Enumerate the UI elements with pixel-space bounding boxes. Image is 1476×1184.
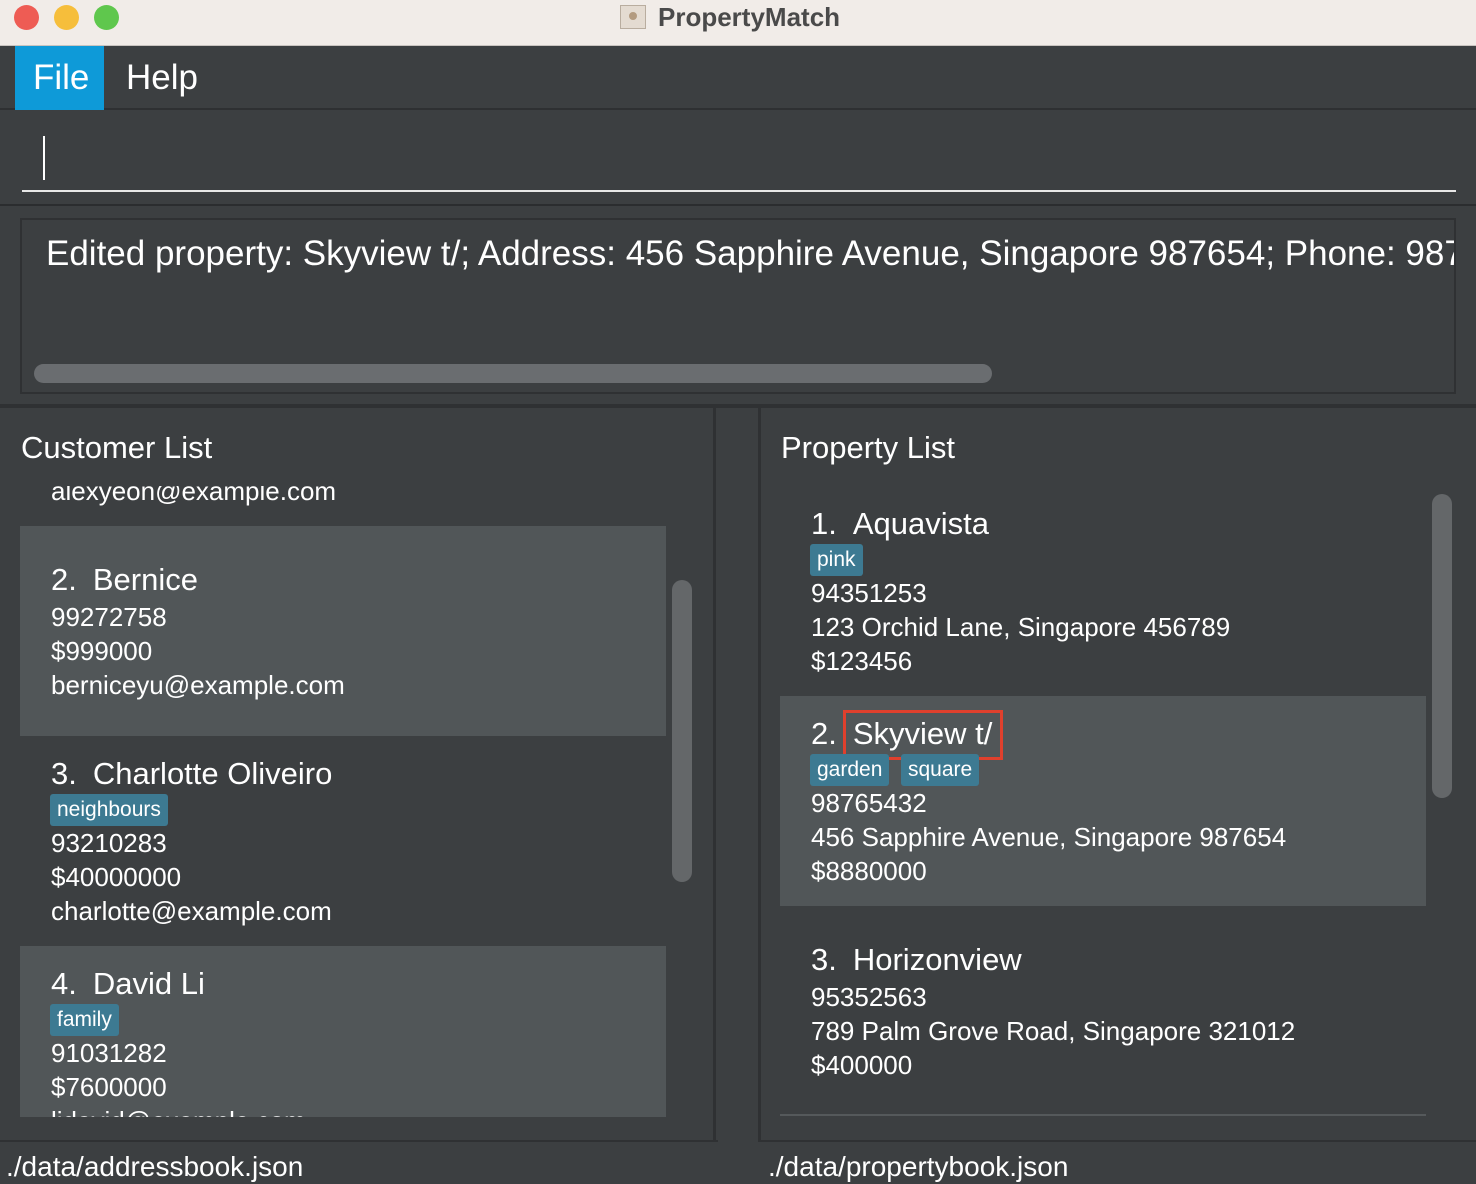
property-price: $400000	[811, 1050, 913, 1080]
property-phone: 94351253	[811, 578, 927, 608]
minimize-window-button[interactable]	[54, 5, 79, 30]
customer-name: 2. Bernice	[51, 562, 198, 597]
customer-list-title: Customer List	[21, 430, 213, 465]
customer-email: charlotte@example.com	[51, 896, 332, 926]
property-card[interactable]: 3. Horizonview 95352563 789 Palm Grove Ro…	[780, 906, 1426, 1116]
command-input[interactable]	[22, 130, 1456, 192]
panel-gutter	[716, 408, 758, 1184]
property-tag: square	[901, 754, 980, 786]
customer-list-scrollbar[interactable]	[672, 580, 692, 882]
property-address: 456 Sapphire Avenue, Singapore 987654	[811, 822, 1287, 852]
property-list-scrollbar[interactable]	[1432, 494, 1452, 798]
customer-email: alexyeon@example.com	[51, 486, 337, 506]
property-tag: garden	[810, 754, 890, 786]
customer-budget: $7600000	[51, 1072, 167, 1102]
property-address: 789 Palm Grove Road, Singapore 321012	[811, 1016, 1296, 1046]
customer-budget: $999000	[51, 636, 153, 666]
property-price: $123456	[811, 646, 913, 676]
close-window-button[interactable]	[14, 5, 39, 30]
property-file-path: ./data/propertybook.json	[758, 1140, 1476, 1184]
customer-tag: neighbours	[50, 794, 168, 826]
property-name: 3. Horizonview	[811, 942, 1022, 977]
customer-email: lidavid@example.com	[51, 1104, 306, 1117]
menu-help[interactable]: Help	[108, 46, 216, 110]
customer-phone: 91031282	[51, 1038, 167, 1068]
property-list[interactable]: 1. Aquavista pink 94351253 123 Orchid Lan…	[780, 486, 1426, 1117]
customer-email: berniceyu@example.com	[51, 670, 345, 700]
zoom-window-button[interactable]	[94, 5, 119, 30]
property-panel: Property List 1. Aquavista pink 94351253 …	[758, 408, 1476, 1140]
customer-file-path: ./data/addressbook.json	[0, 1140, 718, 1184]
customer-name: 3. Charlotte Oliveiro	[51, 756, 333, 791]
property-name: 1. Aquavista	[811, 506, 989, 541]
property-address: 123 Orchid Lane, Singapore 456789	[811, 612, 1231, 642]
command-box	[0, 110, 1476, 206]
property-phone: 95352563	[811, 982, 927, 1012]
property-tag: pink	[810, 544, 863, 576]
property-phone: 98765432	[811, 788, 927, 818]
property-card[interactable]: 2. Skyview t/ garden square 98765432 456 …	[780, 696, 1426, 906]
menu-bar: File Help	[0, 46, 1476, 110]
property-list-title: Property List	[781, 430, 956, 465]
result-horizontal-scrollbar[interactable]	[34, 364, 992, 383]
result-display: Edited property: Skyview t/; Address: 45…	[20, 218, 1456, 394]
property-card[interactable]: 1. Aquavista pink 94351253 123 Orchid Lan…	[780, 486, 1426, 696]
customer-list[interactable]: alexyeon@example.com 2. Bernice 99272758 …	[20, 486, 666, 1117]
customer-card[interactable]: alexyeon@example.com	[20, 486, 666, 526]
title-bar: PropertyMatch	[0, 0, 1476, 46]
customer-card[interactable]: 2. Bernice 99272758 $999000 berniceyu@exa…	[20, 526, 666, 736]
customer-budget: $40000000	[51, 862, 182, 892]
result-message: Edited property: Skyview t/; Address: 45…	[46, 234, 1456, 273]
menu-file[interactable]: File	[15, 46, 104, 110]
text-caret	[43, 136, 45, 180]
customer-phone: 99272758	[51, 602, 167, 632]
customer-panel: Customer List alexyeon@example.com 2. Ber…	[0, 408, 716, 1140]
customer-tag: family	[50, 1004, 119, 1036]
property-price: $8880000	[811, 856, 927, 886]
customer-card[interactable]: 3. Charlotte Oliveiro neighbours 93210283…	[20, 736, 666, 946]
app-icon	[620, 5, 646, 29]
customer-name: 4. David Li	[51, 966, 205, 1001]
name-highlight-box	[843, 710, 1003, 760]
customer-card[interactable]: 4.David Li family 91031282 $7600000 lida…	[20, 946, 666, 1117]
customer-phone: 93210283	[51, 828, 167, 858]
window-title: PropertyMatch	[658, 2, 841, 32]
